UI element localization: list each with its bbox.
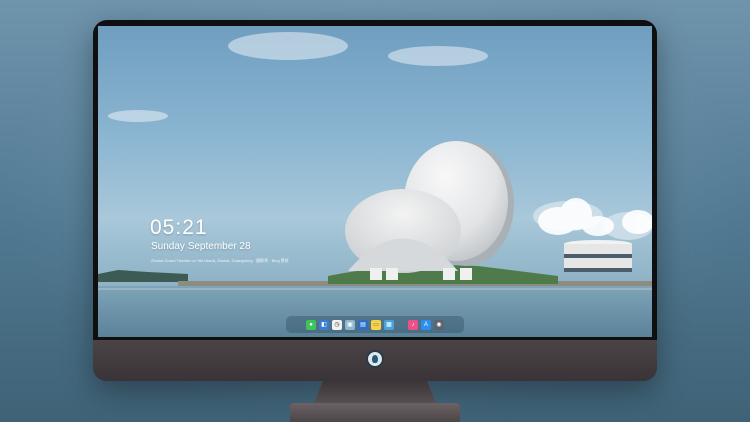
lockscreen-time: 05:21	[150, 216, 208, 239]
preview-icon[interactable]: ▣	[345, 319, 355, 330]
clapper-icon[interactable]: ▤	[358, 319, 368, 330]
dock: ● ◧ ◷ ▣ ▤ ▭ ▩ ♪ A ◉	[286, 316, 464, 333]
wallpaper-caption: Zhuhai Grand Theatre on Yeli Island, Zhu…	[151, 258, 289, 263]
notes-icon[interactable]: ▭	[371, 319, 381, 330]
lockscreen-date: Sunday September 28	[151, 241, 251, 252]
camera-icon[interactable]: ◉	[434, 319, 444, 330]
photos-icon[interactable]: ▩	[384, 319, 394, 330]
theatre-building	[345, 141, 514, 280]
monitor-stand-base	[290, 403, 460, 422]
finder-icon[interactable]: ◧	[319, 319, 329, 330]
distant-hill	[98, 270, 188, 282]
brand-logo-icon	[366, 350, 384, 368]
round-building	[564, 240, 632, 272]
appstore-icon[interactable]: A	[421, 319, 431, 330]
clock-icon[interactable]: ◷	[332, 319, 342, 330]
messages-icon[interactable]: ●	[306, 319, 316, 330]
music-icon[interactable]: ♪	[408, 319, 418, 330]
desktop-screen: 05:21 Sunday September 28 Zhuhai Grand T…	[98, 26, 652, 337]
wallpaper	[98, 32, 652, 337]
